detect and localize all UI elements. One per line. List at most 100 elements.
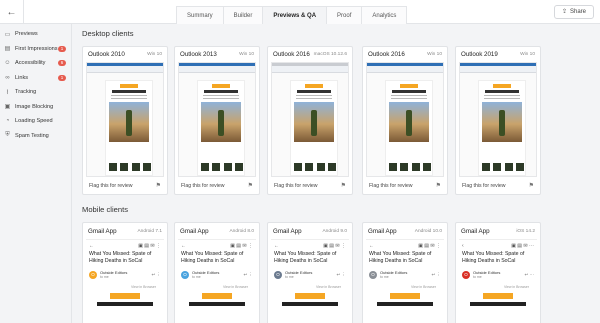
view-in-browser-link: View in Browser [130, 285, 156, 289]
email-preview-screenshot[interactable] [271, 62, 349, 177]
tab-proof[interactable]: Proof [326, 6, 363, 24]
reply-icon: ↩ ⋮ [431, 271, 441, 277]
email-subject: What You Missed: Spate of Hiking Deaths … [369, 251, 432, 264]
share-icon: ⇪ [561, 9, 567, 15]
recipient-label: to me [192, 275, 201, 279]
sidebar-item-first-impressions[interactable]: ▤ First Impressions 1 [0, 42, 71, 57]
share-label: Share [569, 9, 586, 15]
avatar: O [274, 270, 282, 279]
tab-analytics[interactable]: Analytics [361, 6, 408, 24]
client-name: Outlook 2013 [180, 51, 217, 58]
back-arrow-icon: ← [274, 242, 279, 249]
client-name: Outlook 2016 [273, 51, 310, 58]
tab-summary[interactable]: Summary [176, 6, 224, 24]
client-os: Android 8.0 [229, 228, 254, 234]
flag-icon[interactable]: ⚑ [248, 182, 253, 189]
email-preview-screenshot[interactable]: ← ▣ ▤ ✉ ⋮ What You Missed: Spate of Hikin… [178, 239, 256, 323]
flag-icon[interactable]: ⚑ [436, 182, 441, 189]
desktop-clients-heading: Desktop clients [82, 29, 134, 38]
flag-for-review-link[interactable]: Flag this for review [462, 183, 506, 189]
client-os: Win 10 [147, 52, 162, 57]
toolbar-icons: ▣ ▤ ✉ ⋯ [511, 242, 534, 249]
client-card-outlook-2016-mac[interactable]: Outlook 2016 macOS 10.12.6 Flag this for … [267, 46, 353, 195]
client-card-outlook-2016-win[interactable]: Outlook 2016 Win 10 Flag this for review ⚑ [362, 46, 448, 195]
flag-icon[interactable]: ⚑ [529, 182, 534, 189]
sidebar-item-label: First Impressions [15, 45, 58, 52]
reply-icon: ↩ ⋯ [524, 271, 534, 277]
client-name: Outlook 2019 [461, 51, 498, 58]
tab-builder[interactable]: Builder [222, 6, 264, 24]
recipient-label: to me [380, 275, 389, 279]
status-badge: 6 [58, 60, 66, 66]
sidebar-item-previews[interactable]: ▭ Previews [0, 27, 71, 42]
sidebar-item-loading-speed[interactable]: ◔ Loading Speed [0, 114, 71, 129]
client-os: macOS 10.12.6 [313, 52, 347, 57]
flag-icon[interactable]: ⚑ [156, 182, 161, 189]
email-preview-screenshot[interactable]: ← ▣ ▤ ✉ ⋮ What You Missed: Spate of Hikin… [271, 239, 349, 323]
email-preview-screenshot[interactable] [366, 62, 444, 177]
client-card-outlook-2019[interactable]: Outlook 2019 Win 10 Flag this for review ⚑ [455, 46, 541, 195]
client-card-gmail-android-8[interactable]: Gmail App Android 8.0 ← ▣ ▤ ✉ ⋮ What You M… [174, 222, 260, 323]
sidebar-item-image-blocking[interactable]: ▣ Image Blocking [0, 100, 71, 115]
client-card-gmail-ios-14-2[interactable]: Gmail App iOS 14.2 ‹ ▣ ▤ ✉ ⋯ What You Miss… [455, 222, 541, 323]
avatar: O [462, 270, 470, 279]
client-os: Android 10.0 [414, 228, 442, 234]
image-icon: ▣ [4, 104, 11, 111]
flag-for-review-link[interactable]: Flag this for review [369, 183, 413, 189]
speed-icon: ◔ [5, 118, 10, 125]
client-card-gmail-android-10[interactable]: Gmail App Android 10.0 ← ▣ ▤ ✉ ⋮ What You … [362, 222, 448, 323]
view-in-browser-link: View in Browser [222, 285, 248, 289]
sidebar-item-spam-testing[interactable]: ⛨ Spam Testing [0, 129, 71, 144]
sidebar-item-label: Image Blocking [15, 103, 54, 110]
client-card-outlook-2013[interactable]: Outlook 2013 Win 10 Flag this for review ⚑ [174, 46, 260, 195]
toolbar-icons: ▣ ▤ ✉ ⋮ [230, 242, 253, 249]
reply-icon: ↩ ⋮ [336, 271, 346, 277]
email-preview-screenshot[interactable] [86, 62, 164, 177]
email-subject: What You Missed: Spate of Hiking Deaths … [89, 251, 152, 264]
sidebar-item-label: Links [15, 74, 29, 81]
sidebar-item-links[interactable]: ∞ Links 1 [0, 71, 71, 86]
client-name: Outlook 2016 [368, 51, 405, 58]
brand-logo [110, 293, 140, 299]
mobile-clients-heading: Mobile clients [82, 205, 129, 214]
back-arrow-icon[interactable]: ← [0, 0, 24, 24]
email-subject: What You Missed: Spate of Hiking Deaths … [462, 251, 525, 264]
toolbar-icons: ▣ ▤ ✉ ⋮ [323, 242, 346, 249]
email-preview-screenshot[interactable] [178, 62, 256, 177]
email-subject: What You Missed: Spate of Hiking Deaths … [274, 251, 337, 264]
client-name: Gmail App [180, 227, 209, 235]
client-name: Gmail App [368, 227, 397, 235]
reply-icon: ↩ ⋮ [243, 271, 253, 277]
email-preview-screenshot[interactable]: ‹ ▣ ▤ ✉ ⋯ What You Missed: Spate of Hikin… [459, 239, 537, 323]
share-button[interactable]: ⇪ Share [553, 5, 594, 19]
main-tabs: Summary Builder Previews & QA Proof Anal… [176, 6, 408, 24]
recipient-label: to me [100, 275, 109, 279]
sidebar-item-label: Spam Testing [15, 132, 49, 139]
sidebar-item-label: Previews [15, 31, 38, 38]
flag-for-review-link[interactable]: Flag this for review [89, 183, 133, 189]
chart-icon: ⌇ [6, 89, 9, 96]
client-os: Android 7.1 [137, 228, 162, 234]
client-card-outlook-2010[interactable]: Outlook 2010 Win 10 Flag this for review ⚑ [82, 46, 168, 195]
brand-logo [390, 293, 420, 299]
flag-for-review-link[interactable]: Flag this for review [181, 183, 225, 189]
client-card-gmail-android-9[interactable]: Gmail App Android 9.0 ← ▣ ▤ ✉ ⋮ What You M… [267, 222, 353, 323]
sidebar: ▭ Previews ▤ First Impressions 1 ☺ Acces… [0, 24, 72, 323]
tab-previews-qa[interactable]: Previews & QA [262, 6, 328, 24]
email-preview-screenshot[interactable]: ← ▣ ▤ ✉ ⋮ What You Missed: Spate of Hikin… [366, 239, 444, 323]
client-card-gmail-android-7-1[interactable]: Gmail App Android 7.1 ← ▣ ▤ ✉ ⋮ What You M… [82, 222, 168, 323]
client-name: Gmail App [461, 227, 490, 235]
avatar: O [89, 270, 97, 279]
toolbar-icons: ▣ ▤ ✉ ⋮ [418, 242, 441, 249]
client-name: Gmail App [273, 227, 302, 235]
sidebar-item-tracking[interactable]: ⌇ Tracking [0, 85, 71, 100]
brand-logo [483, 293, 513, 299]
avatar: O [181, 270, 189, 279]
sidebar-item-accessibility[interactable]: ☺ Accessibility 6 [0, 56, 71, 71]
flag-for-review-link[interactable]: Flag this for review [274, 183, 318, 189]
email-preview-screenshot[interactable] [459, 62, 537, 177]
back-arrow-icon: ← [369, 242, 374, 249]
flag-icon[interactable]: ⚑ [341, 182, 346, 189]
email-preview-screenshot[interactable]: ← ▣ ▤ ✉ ⋮ What You Missed: Spate of Hikin… [86, 239, 164, 323]
recipient-label: to me [473, 275, 482, 279]
